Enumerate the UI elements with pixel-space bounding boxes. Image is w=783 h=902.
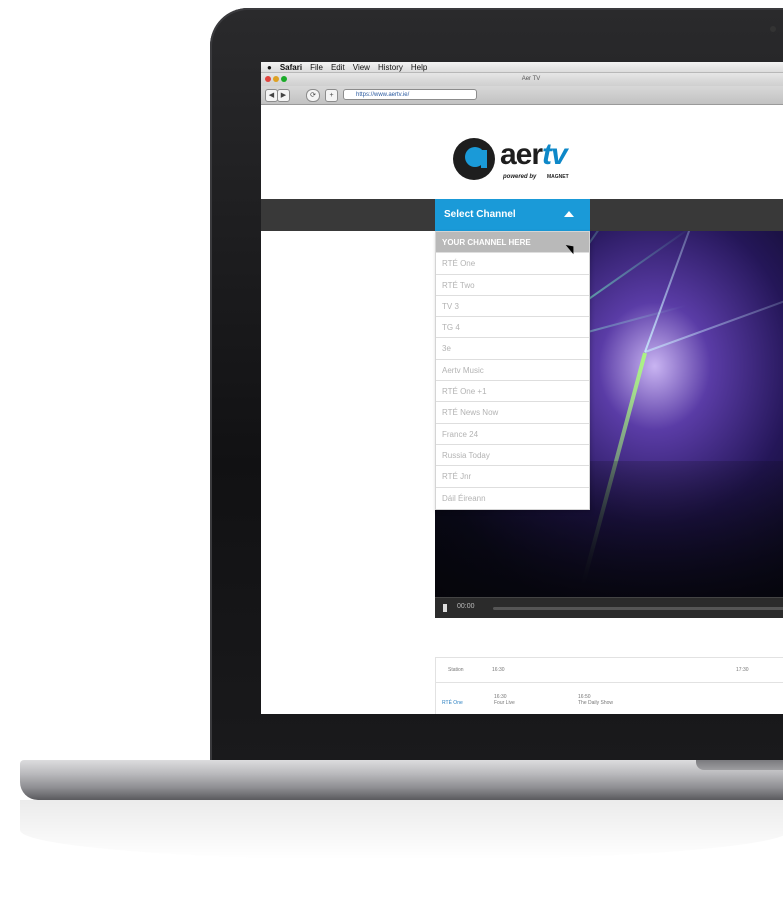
minimize-window-icon[interactable] [273, 76, 279, 82]
programme-schedule: Station 16:30 17:30 RTÉ One 16:30 Four L… [435, 657, 783, 714]
window-titlebar: Aer TV [261, 73, 783, 86]
channel-option-tg4[interactable]: TG 4 [436, 317, 589, 339]
programme-title: The Daily Show [578, 700, 614, 706]
channel-option-your-channel-here[interactable]: YOUR CHANNEL HERE [436, 232, 589, 254]
channel-dropdown: YOUR CHANNEL HERE RTÉ One RTÉ Two TV 3 T… [435, 231, 590, 510]
menu-file[interactable]: File [310, 62, 323, 73]
reload-button[interactable]: ⟳ [306, 89, 320, 102]
mac-menubar: ● Safari File Edit View History Help [261, 62, 783, 73]
select-channel-label: Select Channel [444, 209, 516, 220]
aertv-logo[interactable]: aertv powered by MAGNET [451, 136, 601, 186]
logo-word-accent: tv [542, 138, 568, 171]
url-text: https://www.aertv.ie/ [356, 92, 410, 98]
schedule-programme[interactable]: 16:50 The Daily Show [578, 694, 613, 706]
schedule-time-2: 17:30 [736, 667, 749, 673]
channel-option-3e[interactable]: 3e [436, 338, 589, 360]
menu-view[interactable]: View [353, 62, 370, 73]
schedule-time-1: 16:30 [492, 667, 505, 673]
zoom-window-icon[interactable] [281, 76, 287, 82]
video-time: 00:00 [457, 603, 475, 610]
add-bookmark-button[interactable]: + [325, 89, 338, 102]
close-window-icon[interactable] [265, 76, 271, 82]
camera-icon [770, 26, 776, 32]
channel-option-dail-eireann[interactable]: Dáil Éireann [436, 488, 589, 509]
channel-option-tv3[interactable]: TV 3 [436, 296, 589, 318]
schedule-programme[interactable]: 16:30 Four Live [494, 694, 515, 706]
menu-help[interactable]: Help [411, 62, 427, 73]
laser-beam [644, 231, 715, 353]
menu-edit[interactable]: Edit [331, 62, 345, 73]
channel-option-aertv-music[interactable]: Aertv Music [436, 360, 589, 382]
logo-word-main: aer [500, 138, 543, 171]
video-progress-bar[interactable] [493, 607, 783, 610]
schedule-row-channel[interactable]: RTÉ One [442, 700, 463, 706]
channel-option-rte-jnr[interactable]: RTÉ Jnr [436, 466, 589, 488]
channel-option-rte-one[interactable]: RTÉ One [436, 253, 589, 275]
channel-option-rte-one-plus1[interactable]: RTÉ One +1 [436, 381, 589, 403]
channel-option-france-24[interactable]: France 24 [436, 424, 589, 445]
channel-option-rte-news-now[interactable]: RTÉ News Now [436, 402, 589, 424]
laptop-base [20, 760, 783, 800]
channel-option-rte-two[interactable]: RTÉ Two [436, 275, 589, 296]
video-controls: 00:00 [435, 597, 783, 618]
caret-up-icon [564, 211, 574, 217]
aertv-logo-icon [453, 138, 495, 180]
app-menu[interactable]: Safari [280, 62, 302, 73]
laptop-shadow [20, 800, 783, 860]
browser-screen: ● Safari File Edit View History Help Aer… [261, 62, 783, 714]
logo-powered-by: powered by [503, 174, 537, 180]
logo-magnet: MAGNET [547, 174, 569, 180]
programme-title: Four Live [494, 700, 515, 706]
schedule-header-row [436, 658, 783, 683]
address-bar[interactable]: https://www.aertv.ie/ [343, 89, 477, 100]
laser-beam [644, 275, 783, 353]
window-title: Aer TV [521, 76, 541, 82]
browser-toolbar: ◀ ▶ ⟳ + https://www.aertv.ie/ [261, 86, 783, 105]
channel-option-russia-today[interactable]: Russia Today [436, 445, 589, 467]
menu-history[interactable]: History [378, 62, 403, 73]
forward-button[interactable]: ▶ [277, 89, 290, 102]
play-pause-icon[interactable] [443, 604, 447, 612]
apple-menu-icon[interactable]: ● [267, 62, 272, 73]
logo-wordmark: aertv [500, 138, 568, 172]
select-channel-button[interactable]: Select Channel [435, 199, 590, 231]
laptop-hinge-notch [696, 760, 783, 770]
schedule-station-header: Station [448, 667, 464, 673]
